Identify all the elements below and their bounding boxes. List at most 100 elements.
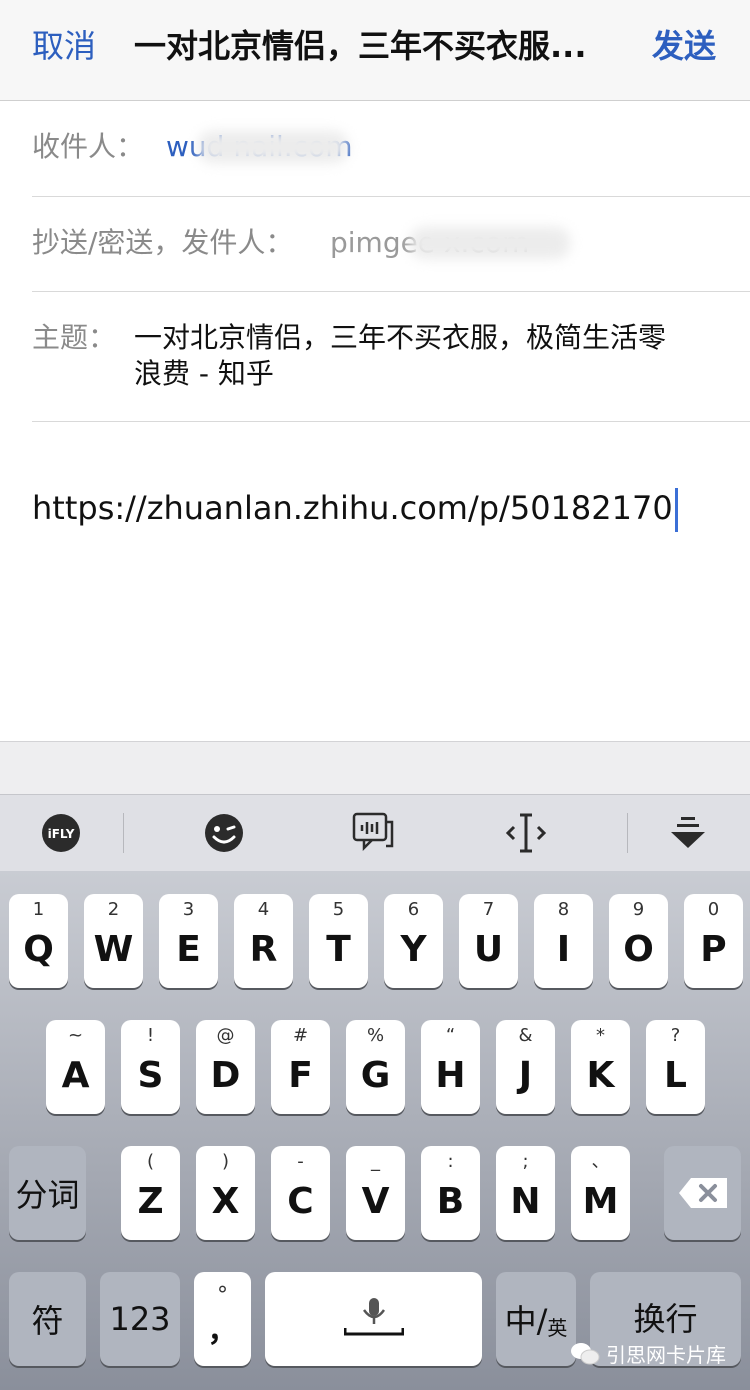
- nav-bar: 取消 一对北京情侣，三年不买衣服... 发送: [0, 0, 750, 101]
- key-secondary-label: !: [146, 1025, 155, 1046]
- key-label: A: [61, 1055, 90, 1096]
- key-label: Y: [400, 929, 427, 970]
- key-secondary-label: &: [518, 1025, 533, 1046]
- punct-bottom-label: ，: [207, 1314, 238, 1349]
- lang-sub-label: 英: [547, 1315, 568, 1340]
- key-w[interactable]: 2W: [84, 894, 143, 988]
- key-label: R: [249, 929, 278, 970]
- key-d[interactable]: @ D: [196, 1020, 255, 1114]
- key-c[interactable]: -C: [271, 1146, 330, 1240]
- key-secondary-label: #: [292, 1025, 309, 1046]
- ifly-logo-icon[interactable]: iFLY: [37, 809, 85, 857]
- text-caret: [674, 488, 678, 532]
- key-g[interactable]: % G: [346, 1020, 405, 1114]
- toolbar-divider: [627, 813, 628, 853]
- key-l[interactable]: ? L: [646, 1020, 705, 1114]
- key-secondary-label: 7: [482, 899, 495, 920]
- key-secondary-label: :: [447, 1151, 454, 1172]
- key-secondary-label: *: [596, 1025, 605, 1046]
- fenci-label: 分词: [15, 1176, 80, 1214]
- symbol-key[interactable]: 符: [9, 1272, 86, 1366]
- key-label: T: [326, 929, 351, 970]
- key-label: K: [586, 1055, 615, 1096]
- key-label: O: [623, 929, 654, 970]
- subject-value[interactable]: 一对北京情侣，三年不买衣服，极简生活零浪费 - 知乎: [134, 320, 674, 392]
- key-o[interactable]: 9O: [609, 894, 668, 988]
- key-j[interactable]: & J: [496, 1020, 555, 1114]
- key-label: L: [664, 1055, 687, 1096]
- key-secondary-label: 0: [707, 899, 720, 920]
- space-key[interactable]: [265, 1272, 482, 1366]
- collapse-keyboard-icon[interactable]: [664, 809, 712, 857]
- key-label: Z: [137, 1181, 164, 1222]
- key-r[interactable]: 4R: [234, 894, 293, 988]
- key-secondary-label: 9: [632, 899, 645, 920]
- key-label: H: [435, 1055, 466, 1096]
- key-a[interactable]: ~ A: [46, 1020, 105, 1114]
- key-k[interactable]: * K: [571, 1020, 630, 1114]
- to-field[interactable]: 收件人： wud nail.com: [32, 101, 750, 197]
- key-e[interactable]: 3E: [159, 894, 218, 988]
- key-f[interactable]: # F: [271, 1020, 330, 1114]
- cc-bcc-from-field[interactable]: 抄送/密送，发件人： pimgee x.com: [32, 197, 750, 292]
- cursor-move-icon[interactable]: [502, 809, 550, 857]
- language-switch-key[interactable]: 中/英: [496, 1272, 576, 1366]
- key-b[interactable]: :B: [421, 1146, 480, 1240]
- cc-label: 抄送/密送，发件人：: [32, 226, 294, 259]
- delete-key[interactable]: [664, 1146, 741, 1240]
- key-label: V: [361, 1181, 390, 1222]
- key-label: C: [287, 1181, 314, 1222]
- key-label: E: [176, 929, 201, 970]
- wechat-icon: [571, 1342, 600, 1364]
- key-secondary-label: 1: [32, 899, 45, 920]
- fenci-key[interactable]: 分词: [9, 1146, 86, 1240]
- punctuation-key[interactable]: °，: [194, 1272, 251, 1366]
- keyboard-toolbar: iFLY: [0, 794, 750, 871]
- emoji-icon[interactable]: [200, 809, 248, 857]
- voice-message-icon[interactable]: [350, 809, 398, 857]
- key-x[interactable]: ) X: [196, 1146, 255, 1240]
- number-key[interactable]: 123: [100, 1272, 180, 1366]
- key-label: S: [137, 1055, 164, 1096]
- subject-field[interactable]: 主题： 一对北京情侣，三年不买衣服，极简生活零浪费 - 知乎: [32, 292, 750, 422]
- key-secondary-label: 3: [182, 899, 195, 920]
- key-i[interactable]: 8I: [534, 894, 593, 988]
- keyboard-top-bar: [0, 741, 750, 794]
- key-q[interactable]: 1Q: [9, 894, 68, 988]
- cancel-button[interactable]: 取消: [32, 24, 96, 68]
- key-label: X: [211, 1181, 240, 1222]
- key-secondary-label: 2: [107, 899, 120, 920]
- key-y[interactable]: 6Y: [384, 894, 443, 988]
- subject-label: 主题：: [32, 321, 117, 354]
- key-u[interactable]: 7U: [459, 894, 518, 988]
- redaction-blur: [410, 227, 570, 259]
- key-label: G: [360, 1055, 391, 1096]
- mail-body[interactable]: https://zhuanlan.zhihu.com/p/50182170: [32, 487, 678, 532]
- key-h[interactable]: “H: [421, 1020, 480, 1114]
- key-secondary-label: 4: [257, 899, 270, 920]
- send-button[interactable]: 发送: [652, 24, 716, 68]
- key-v[interactable]: _ V: [346, 1146, 405, 1240]
- key-p[interactable]: 0P: [684, 894, 743, 988]
- backspace-icon: [664, 1146, 741, 1240]
- key-z[interactable]: (Z: [121, 1146, 180, 1240]
- key-label: B: [436, 1181, 465, 1222]
- key-secondary-label: ;: [522, 1151, 529, 1172]
- key-secondary-label: ~: [67, 1025, 84, 1046]
- key-s[interactable]: ! S: [121, 1020, 180, 1114]
- key-label: F: [288, 1055, 313, 1096]
- toolbar-divider: [123, 813, 124, 853]
- keyboard: 1 Q 2 W 3 E 4 R 5 T 6 Y 7 U 8 I 9 O 0 P ~ A! S @ D # F% G “H & J * K? L 分词…: [0, 871, 750, 1390]
- to-label: 收件人：: [32, 130, 145, 163]
- key-m[interactable]: 、 M: [571, 1146, 630, 1240]
- key-label: Q: [23, 929, 54, 970]
- key-secondary-label: -: [297, 1151, 304, 1172]
- body-text[interactable]: https://zhuanlan.zhihu.com/p/50182170: [32, 489, 673, 527]
- key-label: U: [473, 929, 504, 970]
- key-t[interactable]: 5T: [309, 894, 368, 988]
- key-n[interactable]: ; N: [496, 1146, 555, 1240]
- key-secondary-label: “: [445, 1025, 456, 1046]
- watermark: 引思网卡片库: [570, 1339, 726, 1368]
- watermark-text: 引思网卡片库: [606, 1343, 726, 1367]
- key-secondary-label: (: [146, 1151, 155, 1172]
